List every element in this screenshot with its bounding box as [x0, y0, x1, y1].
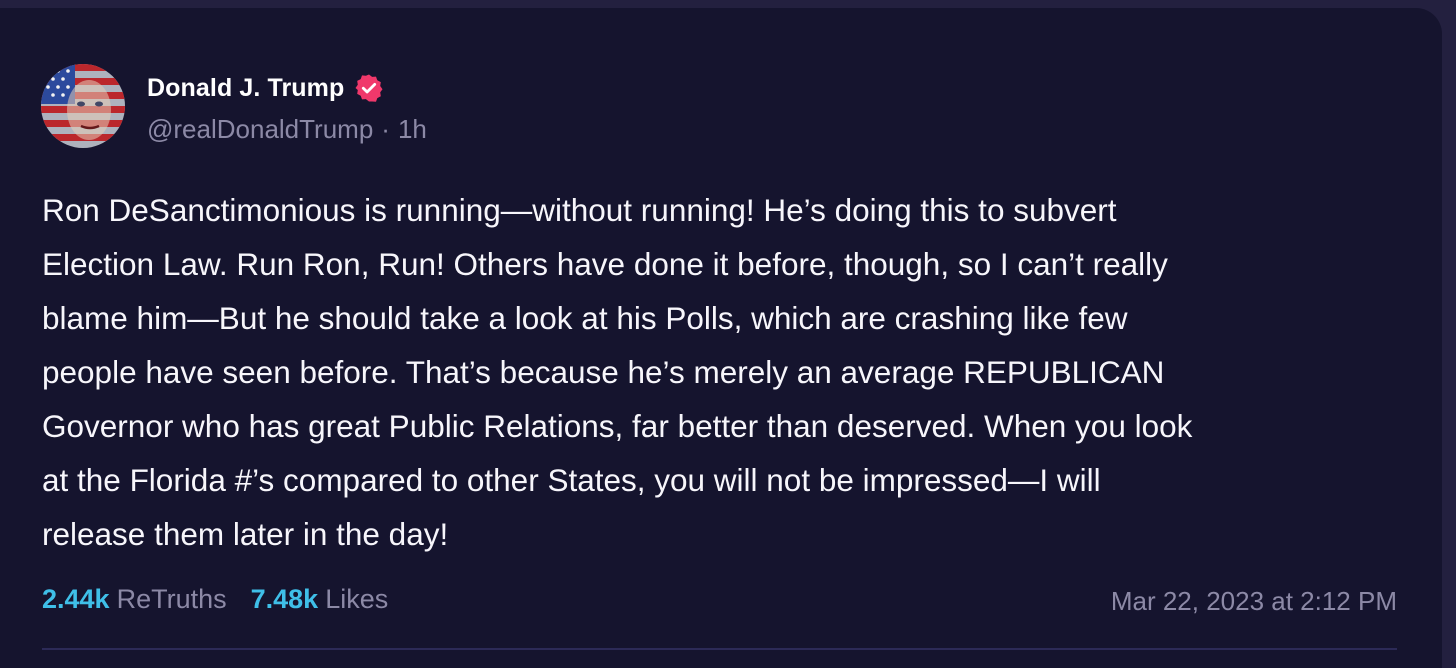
retruths-count: 2.44k	[42, 584, 110, 614]
retruths-label: ReTruths	[116, 584, 227, 614]
avatar[interactable]	[41, 64, 125, 148]
post-stats: 2.44k ReTruths 7.48k Likes	[42, 584, 412, 615]
post-timestamp: Mar 22, 2023 at 2:12 PM	[1110, 586, 1397, 616]
post-age[interactable]: 1h	[398, 114, 427, 145]
author-meta-row: @realDonaldTrump · 1h	[147, 114, 427, 145]
author-display-name[interactable]: Donald J. Trump	[147, 74, 344, 103]
likes-stat[interactable]: 7.48k Likes	[251, 584, 389, 615]
avatar-image	[41, 64, 125, 148]
stats-divider	[42, 648, 1397, 650]
post-body-text: Ron DeSanctimonious is running—without r…	[42, 192, 1193, 552]
likes-label: Likes	[325, 584, 389, 614]
retruths-stat[interactable]: 2.44k ReTruths	[42, 584, 227, 615]
author-name-row: Donald J. Trump	[147, 72, 384, 104]
meta-separator: ·	[381, 114, 390, 144]
likes-count: 7.48k	[250, 584, 319, 614]
verified-badge-icon	[354, 73, 384, 103]
post-card: Donald J. Trump @realDonaldTrump · 1h Ro…	[0, 8, 1442, 668]
author-handle[interactable]: @realDonaldTrump	[147, 114, 373, 145]
